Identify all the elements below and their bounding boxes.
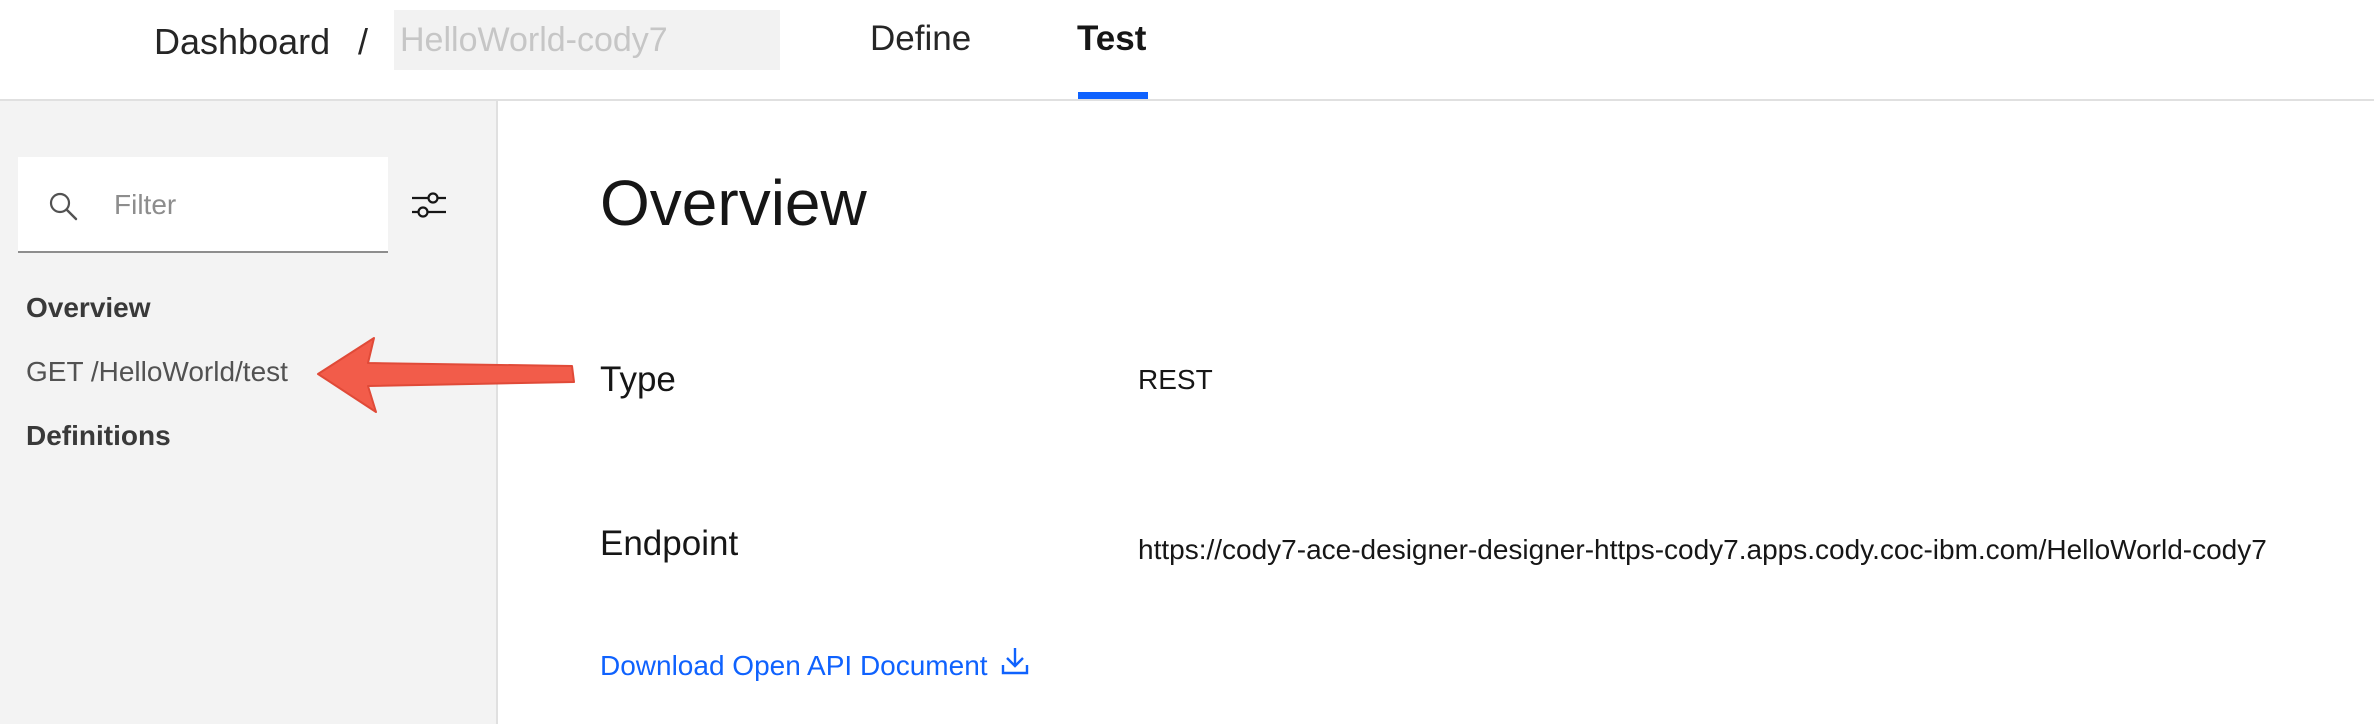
endpoint-value: https://cody7-ace-designer-designer-http… xyxy=(1138,534,2267,565)
filter-field[interactable] xyxy=(18,157,388,253)
filter-input[interactable] xyxy=(112,179,372,231)
search-icon xyxy=(49,192,78,221)
sidebar-item-overview[interactable]: Overview xyxy=(26,289,151,327)
sidebar-item-definitions[interactable]: Definitions xyxy=(26,417,171,455)
tab-define[interactable]: Define xyxy=(870,14,971,64)
sidebar: Overview GET /HelloWorld/test Definition… xyxy=(0,101,498,724)
endpoint-label: Endpoint xyxy=(600,524,739,563)
active-tab-indicator xyxy=(1078,92,1148,99)
tab-test[interactable]: Test xyxy=(1077,14,1146,64)
download-openapi-link[interactable]: Download Open API Document xyxy=(600,647,1030,685)
sliders-icon[interactable] xyxy=(410,189,448,221)
breadcrumb-separator: / xyxy=(358,21,369,62)
top-header: Dashboard / Define Test xyxy=(0,0,2374,101)
breadcrumb-dashboard[interactable]: Dashboard xyxy=(154,18,330,66)
api-name-input[interactable] xyxy=(394,10,780,70)
download-icon xyxy=(1001,648,1028,675)
download-link-label: Download Open API Document xyxy=(600,650,988,681)
sidebar-item-get-helloworld-test[interactable]: GET /HelloWorld/test xyxy=(26,353,288,391)
main-content: Overview Type REST Endpoint https://cody… xyxy=(500,101,2374,724)
type-value: REST xyxy=(1138,364,1213,395)
type-label: Type xyxy=(600,360,676,399)
page-title: Overview xyxy=(600,167,867,239)
